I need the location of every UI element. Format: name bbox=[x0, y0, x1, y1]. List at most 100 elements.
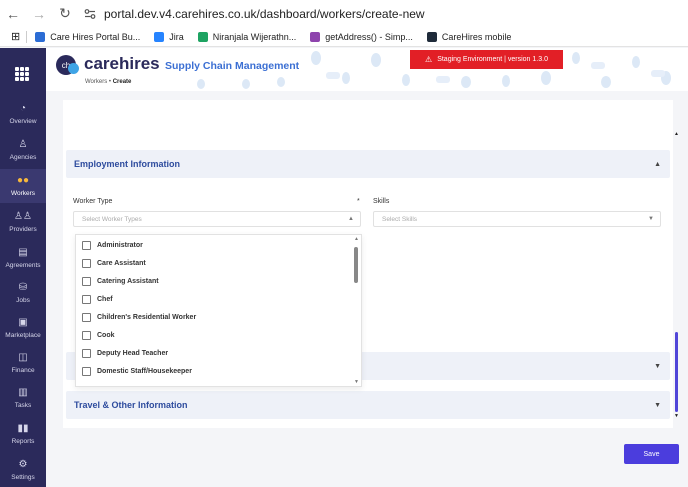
page-scroll-down-icon[interactable]: ▼ bbox=[674, 413, 679, 419]
bookmark-separator bbox=[26, 30, 28, 43]
bookmark-label: getAddress() - Simp... bbox=[325, 31, 413, 42]
sidebar: ◔ Overview ♙ Agencies ●● Workers ♙♙ Provider… bbox=[0, 48, 46, 487]
chevron-up-icon: ▲ bbox=[348, 216, 354, 222]
api-icon bbox=[310, 31, 321, 42]
sidebar-item-agencies[interactable]: ♙ Agencies bbox=[0, 133, 46, 167]
agreement-icon: ▤ bbox=[18, 247, 28, 258]
worker-type-option[interactable]: Domestic Staff/Housekeeper bbox=[82, 364, 192, 378]
worker-type-option[interactable]: Catering Assistant bbox=[82, 274, 159, 288]
app-header: ch carehires Supply Chain Management Wor… bbox=[46, 48, 688, 91]
worker-type-option[interactable]: Deputy Head Teacher bbox=[82, 346, 168, 360]
worker-type-option[interactable]: Administrator bbox=[82, 238, 143, 252]
select-placeholder: Select Skills bbox=[382, 215, 418, 223]
chevron-down-icon: ▼ bbox=[654, 362, 661, 370]
dropdown-scroll-thumb[interactable] bbox=[354, 247, 358, 283]
sidebar-item-settings[interactable]: ⚙ Settings bbox=[0, 453, 46, 487]
option-label: Cook bbox=[97, 331, 115, 339]
worker-type-select[interactable]: Select Worker Types ▲ bbox=[73, 211, 361, 227]
breadcrumb-current: Create bbox=[112, 79, 132, 85]
sidebar-item-finance[interactable]: ◫ Finance bbox=[0, 346, 46, 380]
reload-button[interactable]: ↻ bbox=[52, 0, 78, 27]
chevron-down-icon: ▼ bbox=[648, 216, 654, 222]
option-label: Administrator bbox=[97, 241, 143, 249]
sidebar-item-label: Providers bbox=[9, 226, 37, 233]
checkbox[interactable] bbox=[82, 348, 91, 358]
worker-type-dropdown: Administrator Care Assistant Catering As… bbox=[75, 234, 362, 387]
agency-icon: ♙ bbox=[18, 139, 28, 150]
app-menu-icon[interactable] bbox=[15, 67, 29, 81]
arrow-left-icon: ← bbox=[6, 5, 20, 22]
bookmark-3[interactable]: getAddress() - Simp... bbox=[310, 31, 413, 42]
sidebar-item-reports[interactable]: ▮▮ Reports bbox=[0, 417, 46, 451]
url-field[interactable]: portal.dev.v4.carehires.co.uk/dashboard/… bbox=[82, 6, 425, 22]
jobs-icon: ⛁ bbox=[18, 282, 28, 293]
brand-subtitle: Supply Chain Management bbox=[165, 60, 300, 72]
bookmark-2[interactable]: Niranjala Wijerathn... bbox=[197, 31, 296, 42]
scroll-down-icon[interactable]: ▼ bbox=[354, 379, 359, 385]
forward-button[interactable]: → bbox=[26, 0, 52, 27]
browser-address-bar: ← → ↻ portal.dev.v4.carehires.co.uk/dash… bbox=[0, 0, 688, 27]
checkbox[interactable] bbox=[82, 240, 91, 250]
sidebar-item-label: Finance bbox=[11, 367, 35, 374]
react-icon bbox=[426, 31, 437, 42]
workers-icon: ●● bbox=[16, 175, 30, 186]
section-title: Employment Information bbox=[74, 159, 181, 169]
worker-type-option[interactable]: Chef bbox=[82, 292, 113, 306]
bookmark-1[interactable]: Jira bbox=[154, 31, 184, 42]
reports-icon: ▮▮ bbox=[17, 423, 29, 434]
staging-banner: ⚠ Staging Environment | version 1.3.0 bbox=[410, 50, 563, 69]
tasks-icon: ▥ bbox=[18, 387, 28, 398]
sidebar-item-jobs[interactable]: ⛁ Jobs bbox=[0, 276, 46, 310]
section-title: Travel & Other Information bbox=[74, 400, 188, 410]
bookmark-label: Jira bbox=[169, 31, 184, 42]
travel-section-header[interactable]: Travel & Other Information ▼ bbox=[66, 391, 670, 419]
sidebar-item-tasks[interactable]: ▥ Tasks bbox=[0, 381, 46, 415]
checkbox[interactable] bbox=[82, 312, 91, 322]
checkbox[interactable] bbox=[82, 258, 91, 268]
sidebar-item-label: Overview bbox=[9, 118, 37, 125]
sidebar-item-providers[interactable]: ♙♙ Providers bbox=[0, 205, 46, 239]
sidebar-item-label: Agreements bbox=[5, 262, 41, 269]
marketplace-icon: ▣ bbox=[18, 317, 28, 328]
settings-icon: ⚙ bbox=[18, 459, 28, 470]
site-settings-icon bbox=[82, 6, 98, 22]
bookmark-label: CareHires mobile bbox=[441, 31, 512, 42]
option-label: Domestic Staff/Housekeeper bbox=[97, 367, 192, 375]
page-scroll-thumb[interactable] bbox=[675, 332, 678, 412]
url-text: portal.dev.v4.carehires.co.uk/dashboard/… bbox=[104, 6, 425, 21]
employment-section-header[interactable]: Employment Information ▲ bbox=[66, 150, 670, 178]
breadcrumb-parent[interactable]: Workers bbox=[85, 79, 107, 85]
sidebar-item-label: Settings bbox=[11, 474, 35, 481]
checkbox[interactable] bbox=[82, 330, 91, 340]
sidebar-item-overview[interactable]: ◔ Overview bbox=[0, 97, 46, 131]
providers-icon: ♙♙ bbox=[14, 211, 32, 222]
sheets-icon bbox=[197, 31, 208, 42]
checkbox[interactable] bbox=[82, 276, 91, 286]
bookmark-4[interactable]: CareHires mobile bbox=[426, 31, 512, 42]
scroll-up-icon[interactable]: ▲ bbox=[354, 236, 359, 242]
option-label: Deputy Head Teacher bbox=[97, 349, 169, 357]
worker-type-label: Worker Type bbox=[73, 198, 113, 205]
checkbox[interactable] bbox=[82, 294, 91, 304]
sidebar-item-label: Workers bbox=[10, 190, 36, 197]
reload-icon: ↻ bbox=[59, 5, 71, 21]
sidebar-item-workers[interactable]: ●● Workers bbox=[0, 169, 46, 203]
option-label: Children's Residential Worker bbox=[97, 313, 197, 321]
apps-grid-icon[interactable]: ⊞ bbox=[11, 30, 20, 43]
bookmark-0[interactable]: Care Hires Portal Bu... bbox=[35, 31, 141, 42]
logo-accent-icon bbox=[68, 63, 79, 74]
worker-type-option[interactable]: Children's Residential Worker bbox=[82, 310, 196, 324]
bookmarks-bar: ⊞ Care Hires Portal Bu... Jira Niranjala… bbox=[0, 27, 688, 47]
bookmark-label: Care Hires Portal Bu... bbox=[50, 31, 141, 42]
skills-select[interactable]: Select Skills ▼ bbox=[373, 211, 661, 227]
save-button[interactable]: Save bbox=[624, 444, 679, 464]
back-button[interactable]: ← bbox=[0, 0, 26, 27]
sidebar-item-agreements[interactable]: ▤ Agreements bbox=[0, 241, 46, 275]
worker-type-option[interactable]: Cook bbox=[82, 328, 115, 342]
sidebar-item-label: Marketplace bbox=[5, 332, 41, 339]
select-placeholder: Select Worker Types bbox=[82, 215, 142, 223]
worker-type-option[interactable]: Care Assistant bbox=[82, 256, 146, 270]
bookmark-favicon-icon bbox=[35, 31, 46, 42]
checkbox[interactable] bbox=[82, 366, 91, 376]
sidebar-item-marketplace[interactable]: ▣ Marketplace bbox=[0, 311, 46, 345]
